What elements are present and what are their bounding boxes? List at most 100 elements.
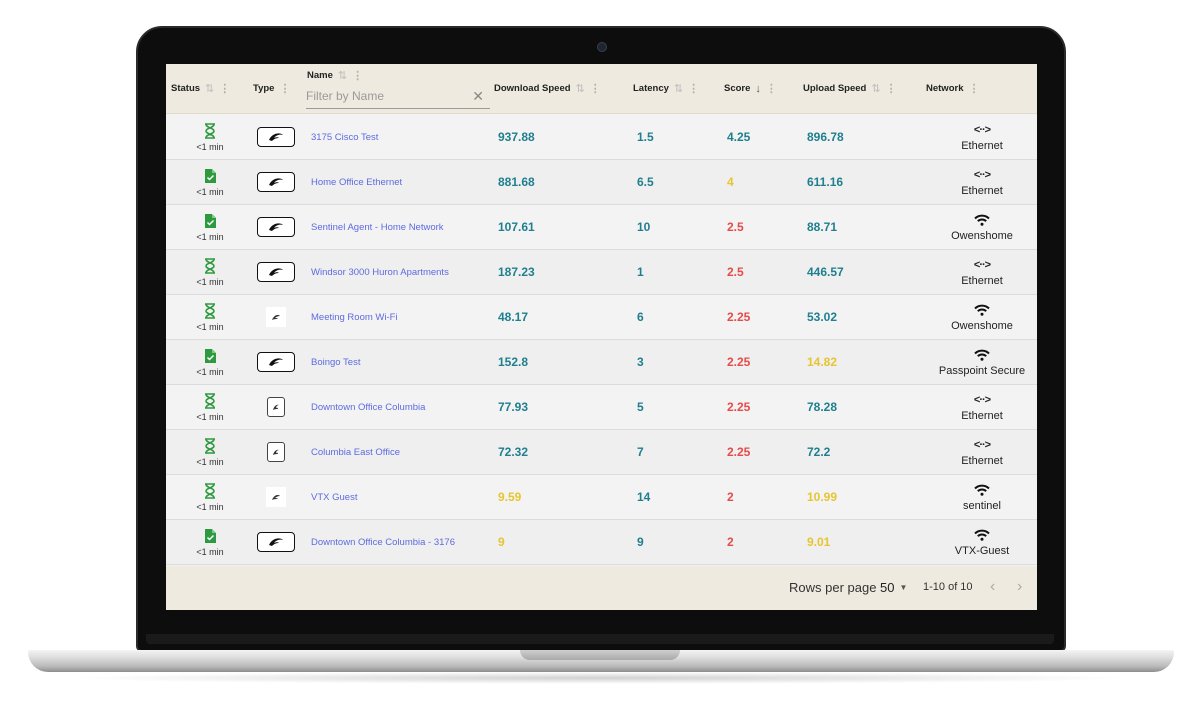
agent-name-link[interactable]: VTX Guest (311, 475, 491, 519)
table-row[interactable]: <1 min Sentinel Agent - Home Network 107… (166, 205, 1037, 250)
column-label: Latency (633, 83, 669, 94)
column-menu-icon[interactable]: ⋮ (590, 82, 601, 95)
caret-down-icon: ▼ (899, 583, 908, 592)
app-device-icon (266, 307, 286, 327)
download-speed: 9 (498, 535, 505, 549)
status-cell: <1 min (190, 430, 230, 474)
latency: 1 (637, 265, 644, 279)
laptop-notch (520, 650, 680, 660)
laptop-shadow (60, 672, 1140, 684)
file-check-icon (203, 528, 217, 544)
network-label: sentinel (963, 500, 1001, 512)
phone-device-icon (267, 397, 285, 417)
column-label: Score (724, 83, 751, 94)
latency: 1.5 (637, 130, 654, 144)
column-header-name[interactable]: Name ⇅ ⋮ (307, 69, 363, 82)
ethernet-icon: <··> (973, 439, 991, 451)
download-speed: 152.8 (498, 355, 529, 369)
column-menu-icon[interactable]: ⋮ (968, 82, 979, 95)
agent-name-link[interactable]: Columbia East Office (311, 430, 491, 474)
column-label: Type (253, 83, 275, 94)
score: 4 (727, 175, 734, 189)
upload-speed: 88.71 (807, 220, 838, 234)
table-row[interactable]: <1 min Downtown Office Columbia 77.93 5 … (166, 385, 1037, 430)
table-row[interactable]: <1 min Windsor 3000 Huron Apartments 187… (166, 250, 1037, 295)
table-row[interactable]: <1 min VTX Guest 9.59 14 2 10.99 sentine… (166, 475, 1037, 520)
latency: 9 (637, 535, 644, 549)
network-label: Ethernet (961, 455, 1003, 467)
column-header-status[interactable]: Status ⇅ ⋮ (171, 82, 230, 95)
column-label: Status (171, 83, 201, 94)
table-row[interactable]: <1 min Columbia East Office 72.32 7 2.25… (166, 430, 1037, 475)
name-filter-input[interactable] (306, 86, 466, 106)
column-header-score[interactable]: Score ↓ ⋮ (724, 82, 777, 96)
sort-icon[interactable]: ⇅ (338, 69, 347, 82)
network-label: Ethernet (961, 185, 1003, 197)
network-cell: <··> Ethernet (922, 250, 1037, 294)
column-label: Network (926, 83, 964, 94)
column-menu-icon[interactable]: ⋮ (766, 82, 777, 95)
agent-name-link[interactable]: Downtown Office Columbia (311, 385, 491, 429)
agent-name-link[interactable]: Home Office Ethernet (311, 160, 491, 204)
table-row[interactable]: <1 min Downtown Office Columbia - 3176 9… (166, 520, 1037, 565)
agent-name-link[interactable]: Boingo Test (311, 340, 491, 384)
sort-icon[interactable]: ⇅ (871, 82, 880, 95)
column-header-latency[interactable]: Latency ⇅ ⋮ (633, 82, 699, 95)
network-cell: Passpoint Secure (922, 340, 1037, 384)
chevron-right-icon[interactable]: › (1017, 578, 1022, 596)
sort-icon[interactable]: ⇅ (205, 82, 214, 95)
column-menu-icon[interactable]: ⋮ (279, 82, 290, 95)
column-menu-icon[interactable]: ⋮ (688, 82, 699, 95)
upload-speed: 14.82 (807, 355, 838, 369)
type-cell (256, 520, 296, 564)
column-header-type[interactable]: Type ⋮ (253, 82, 290, 95)
column-header-upload[interactable]: Upload Speed ⇅ ⋮ (803, 82, 897, 95)
column-menu-icon[interactable]: ⋮ (352, 69, 363, 82)
table-row[interactable]: <1 min Meeting Room Wi-Fi 48.17 6 2.25 5… (166, 295, 1037, 340)
agent-name-link[interactable]: Meeting Room Wi-Fi (311, 295, 491, 339)
name-filter[interactable]: ✕ (306, 86, 490, 109)
agent-device-icon (257, 262, 295, 282)
agent-name-link[interactable]: 3175 Cisco Test (311, 115, 491, 159)
network-label: Ethernet (961, 275, 1003, 287)
table-row[interactable]: <1 min Home Office Ethernet 881.68 6.5 4… (166, 160, 1037, 205)
agent-name-link[interactable]: Windsor 3000 Huron Apartments (311, 250, 491, 294)
status-label: <1 min (196, 186, 224, 197)
upload-speed: 10.99 (807, 490, 838, 504)
column-header-network[interactable]: Network ⋮ (926, 82, 979, 95)
sort-icon[interactable]: ⇅ (576, 82, 585, 95)
network-label: Passpoint Secure (938, 365, 1026, 377)
wifi-icon (974, 212, 990, 228)
network-cell: <··> Ethernet (922, 160, 1037, 204)
type-cell (256, 250, 296, 294)
ethernet-icon: <··> (973, 169, 991, 181)
pagination-range: 1-10 of 10 (923, 581, 973, 593)
file-check-icon (203, 348, 217, 364)
score: 2.25 (727, 355, 751, 369)
ethernet-icon: <··> (973, 259, 991, 271)
agent-name-link[interactable]: Downtown Office Columbia - 3176 (311, 520, 491, 564)
status-label: <1 min (196, 321, 224, 332)
clear-icon[interactable]: ✕ (472, 88, 484, 105)
table-row[interactable]: <1 min 3175 Cisco Test 937.88 1.5 4.25 8… (166, 115, 1037, 160)
sort-icon[interactable]: ⇅ (674, 82, 683, 95)
hourglass-icon (203, 302, 217, 319)
sort-desc-icon[interactable]: ↓ (755, 83, 761, 95)
rows-per-page-label: Rows per page (789, 580, 877, 595)
table-row[interactable]: <1 min Boingo Test 152.8 3 2.25 14.82 Pa… (166, 340, 1037, 385)
column-menu-icon[interactable]: ⋮ (886, 82, 897, 95)
status-cell: <1 min (190, 295, 230, 339)
network-label: Ethernet (961, 410, 1003, 422)
agent-name-link[interactable]: Sentinel Agent - Home Network (311, 205, 491, 249)
status-label: <1 min (196, 546, 224, 557)
rows-per-page-select[interactable]: 50 ▼ (880, 580, 907, 595)
table-footer: Rows per page 50 ▼ 1-10 of 10 ‹ › (166, 566, 1037, 610)
status-cell: <1 min (190, 385, 230, 429)
latency: 3 (637, 355, 644, 369)
column-menu-icon[interactable]: ⋮ (219, 82, 230, 95)
status-cell: <1 min (190, 250, 230, 294)
column-header-download[interactable]: Download Speed ⇅ ⋮ (494, 82, 601, 95)
status-label: <1 min (196, 231, 224, 242)
download-speed: 937.88 (498, 130, 535, 144)
chevron-left-icon[interactable]: ‹ (990, 578, 995, 596)
